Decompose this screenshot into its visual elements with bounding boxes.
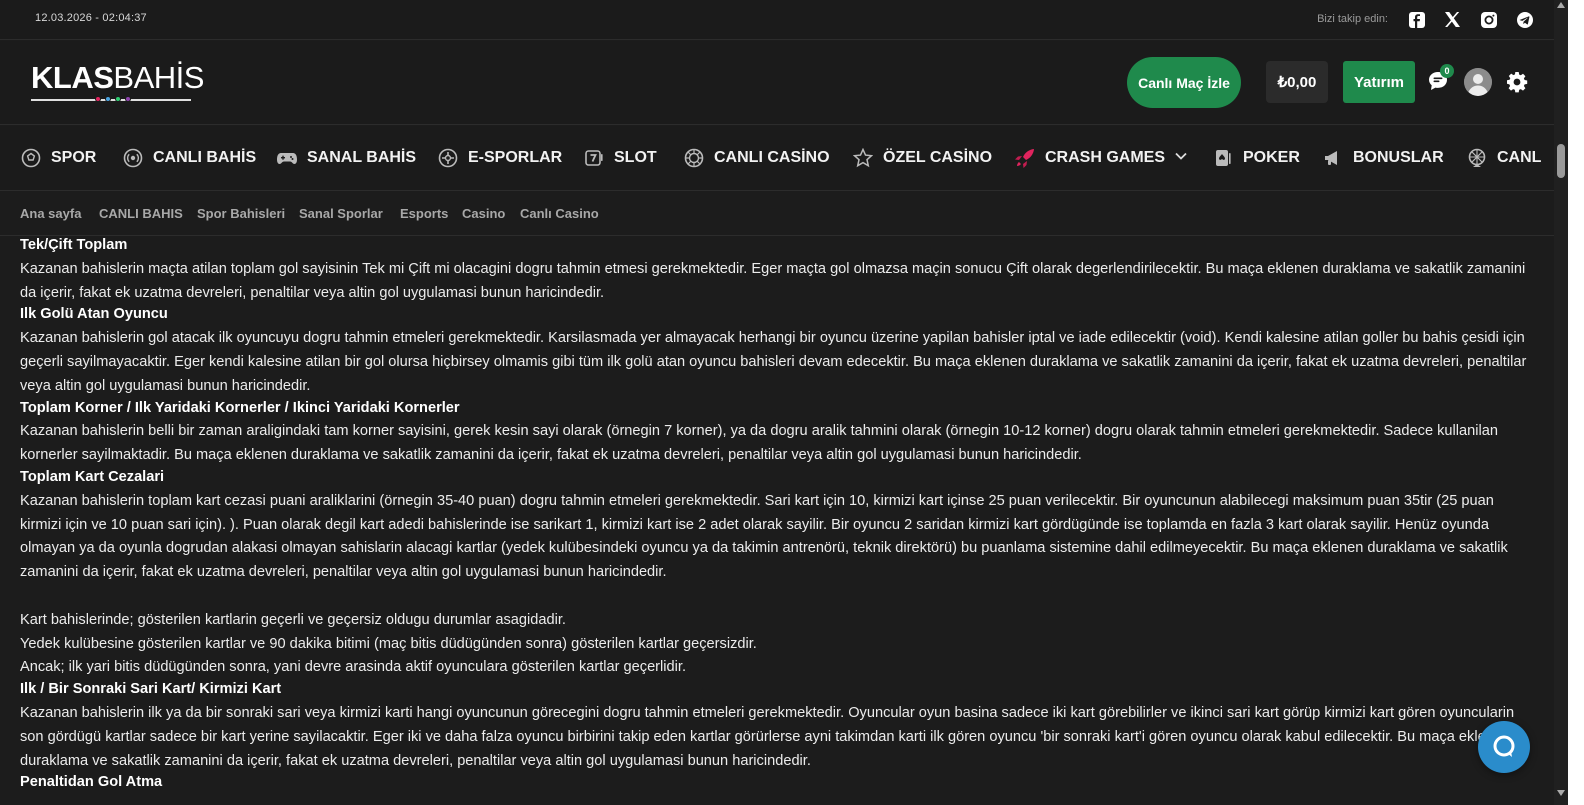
klasbahis-logo[interactable]: KLASBAHİS xyxy=(31,60,204,105)
follow-label: Bizi takip edin: xyxy=(1317,13,1388,25)
rule-text: Kazanan bahislerin ilk ya da bir sonraki… xyxy=(20,704,1515,769)
chat-badge: 0 xyxy=(1440,64,1454,78)
rule-text: Ancak; ilk yari bitis düdügünden sonra, … xyxy=(20,659,686,676)
rules-content: Tek/Çift Toplam Kazanan bahislerin maçta… xyxy=(20,236,1530,805)
logo-dot xyxy=(125,96,131,102)
header: KLASBAHİS Canlı Maç İzle ₺0,00 Yatırım 0 xyxy=(0,41,1554,125)
breadcrumb-spor-bahisleri[interactable]: Spor Bahisleri xyxy=(197,206,285,221)
nav-label: ÖZEL CASİNO xyxy=(883,149,993,166)
nav-label: E-SPORLAR xyxy=(468,149,563,166)
rule-text: Kart bahislerinde; gösterilen kartlarin … xyxy=(20,611,566,628)
rule-heading: Ilk Golü Atan Oyuncu xyxy=(20,306,168,323)
slot-seven-icon xyxy=(583,147,605,169)
balance-display[interactable]: ₺0,00 xyxy=(1266,61,1328,103)
rule-heading: Ilk / Bir Sonraki Sari Kart/ Kirmizi Kar… xyxy=(20,681,282,698)
star-icon xyxy=(852,147,874,169)
nav-item-sanal-bahis[interactable]: SANAL BAHİS xyxy=(276,146,416,170)
telegram-icon[interactable] xyxy=(1515,10,1534,29)
nav-label: BONUSLAR xyxy=(1353,149,1444,166)
breadcrumb-canli-casino[interactable]: Canlı Casino xyxy=(520,206,599,221)
chevron-down-icon xyxy=(1174,149,1188,168)
logo-dot xyxy=(115,96,121,102)
datetime: 12.03.2026 - 02:04:37 xyxy=(35,12,147,24)
logo-light: BAHİS xyxy=(113,60,204,95)
nav-item-canli-casino[interactable]: CANLI CASİNO xyxy=(683,146,830,170)
rule-text: Kazanan bahislerin belli bir zaman arali… xyxy=(20,423,1498,464)
wheel-icon xyxy=(1466,147,1488,169)
scroll-down-arrow[interactable] xyxy=(1557,790,1565,796)
gear-icon[interactable] xyxy=(1506,71,1528,93)
instagram-icon[interactable] xyxy=(1479,10,1498,29)
logo-dot xyxy=(105,96,111,102)
support-chat-icon xyxy=(1493,735,1515,757)
nav-item-spor[interactable]: SPOR xyxy=(20,146,96,170)
rule-heading: Toplam Kart Cezalari xyxy=(20,468,165,485)
chat-icon[interactable]: 0 xyxy=(1427,64,1454,94)
nav-item-bonuslar[interactable]: BONUSLAR xyxy=(1322,146,1444,170)
support-chat-button[interactable] xyxy=(1478,721,1530,773)
nav-label: SPOR xyxy=(51,149,97,166)
main-nav: SPOR CANLI BAHİS SANAL BAHİS E-SPORLAR S… xyxy=(0,126,1554,191)
logo-dots xyxy=(95,96,131,102)
facebook-icon[interactable] xyxy=(1407,10,1426,29)
nav-item-crash-games[interactable]: CRASH GAMES xyxy=(1014,146,1188,170)
live-signal-icon xyxy=(122,147,144,169)
roulette-icon xyxy=(683,147,705,169)
nav-label: SANAL BAHİS xyxy=(307,149,417,166)
scroll-thumb[interactable] xyxy=(1557,144,1565,178)
megaphone-icon xyxy=(1322,147,1344,169)
x-icon[interactable] xyxy=(1443,10,1462,29)
rule-text: Yedek kulübesine gösterilen kartlar ve 9… xyxy=(20,635,757,652)
nav-item-canli-bahis[interactable]: CANLI BAHİS xyxy=(122,146,256,170)
breadcrumb: Ana sayfa CANLI BAHIS Spor Bahisleri San… xyxy=(0,192,1554,236)
soccer-ball-icon xyxy=(20,147,42,169)
gamepad-icon xyxy=(276,147,298,169)
window-edge xyxy=(1568,0,1584,805)
logo-bold: KLAS xyxy=(31,60,114,95)
nav-item-slot[interactable]: SLOT xyxy=(583,146,657,170)
breadcrumb-sanal-sporlar[interactable]: Sanal Sporlar xyxy=(299,206,383,221)
rule-heading: Toplam Korner / Ilk Yaridaki Kornerler /… xyxy=(20,399,460,416)
nav-item-e-sporlar[interactable]: E-SPORLAR xyxy=(437,146,562,170)
nav-label: CANLI BAHİS xyxy=(153,149,257,166)
breadcrumb-ana-sayfa[interactable]: Ana sayfa xyxy=(20,206,81,221)
nav-label: CANL xyxy=(1497,149,1542,166)
top-bar: 12.03.2026 - 02:04:37 Bizi takip edin: xyxy=(0,0,1554,40)
nav-label: SLOT xyxy=(614,149,657,166)
breadcrumb-canli-bahis[interactable]: CANLI BAHIS xyxy=(99,206,183,221)
deposit-button[interactable]: Yatırım xyxy=(1343,61,1415,103)
page-scrollbar[interactable] xyxy=(1554,0,1568,805)
rule-heading: Tek/Çift Toplam xyxy=(20,237,128,253)
rule-text: Kazanan bahislerin toplam kart cezasi pu… xyxy=(20,492,1508,581)
rule-heading: Penaltidan Gol Atma xyxy=(20,774,163,791)
rocket-icon xyxy=(1014,147,1036,169)
logo-dot xyxy=(95,96,101,102)
scroll-up-arrow[interactable] xyxy=(1557,2,1565,8)
breadcrumb-casino[interactable]: Casino xyxy=(462,206,505,221)
nav-label: CANLI CASİNO xyxy=(714,149,830,166)
rule-text: Kazanan bahislerin maçta atilan toplam g… xyxy=(20,260,1526,301)
social-links xyxy=(1407,10,1534,29)
esports-icon xyxy=(437,147,459,169)
nav-item-canli-oyunlar[interactable]: CANL xyxy=(1466,146,1541,170)
breadcrumb-esports[interactable]: Esports xyxy=(400,206,448,221)
rule-text: Kazanan bahislerin gol atacak ilk oyuncu… xyxy=(20,330,1527,394)
nav-label: POKER xyxy=(1243,149,1300,166)
nav-item-ozel-casino[interactable]: ÖZEL CASİNO xyxy=(852,146,992,170)
nav-item-poker[interactable]: POKER xyxy=(1212,146,1300,170)
nav-label: CRASH GAMES xyxy=(1045,149,1166,166)
avatar[interactable] xyxy=(1464,68,1492,96)
live-match-button[interactable]: Canlı Maç İzle xyxy=(1127,57,1241,108)
poker-card-icon xyxy=(1212,147,1234,169)
